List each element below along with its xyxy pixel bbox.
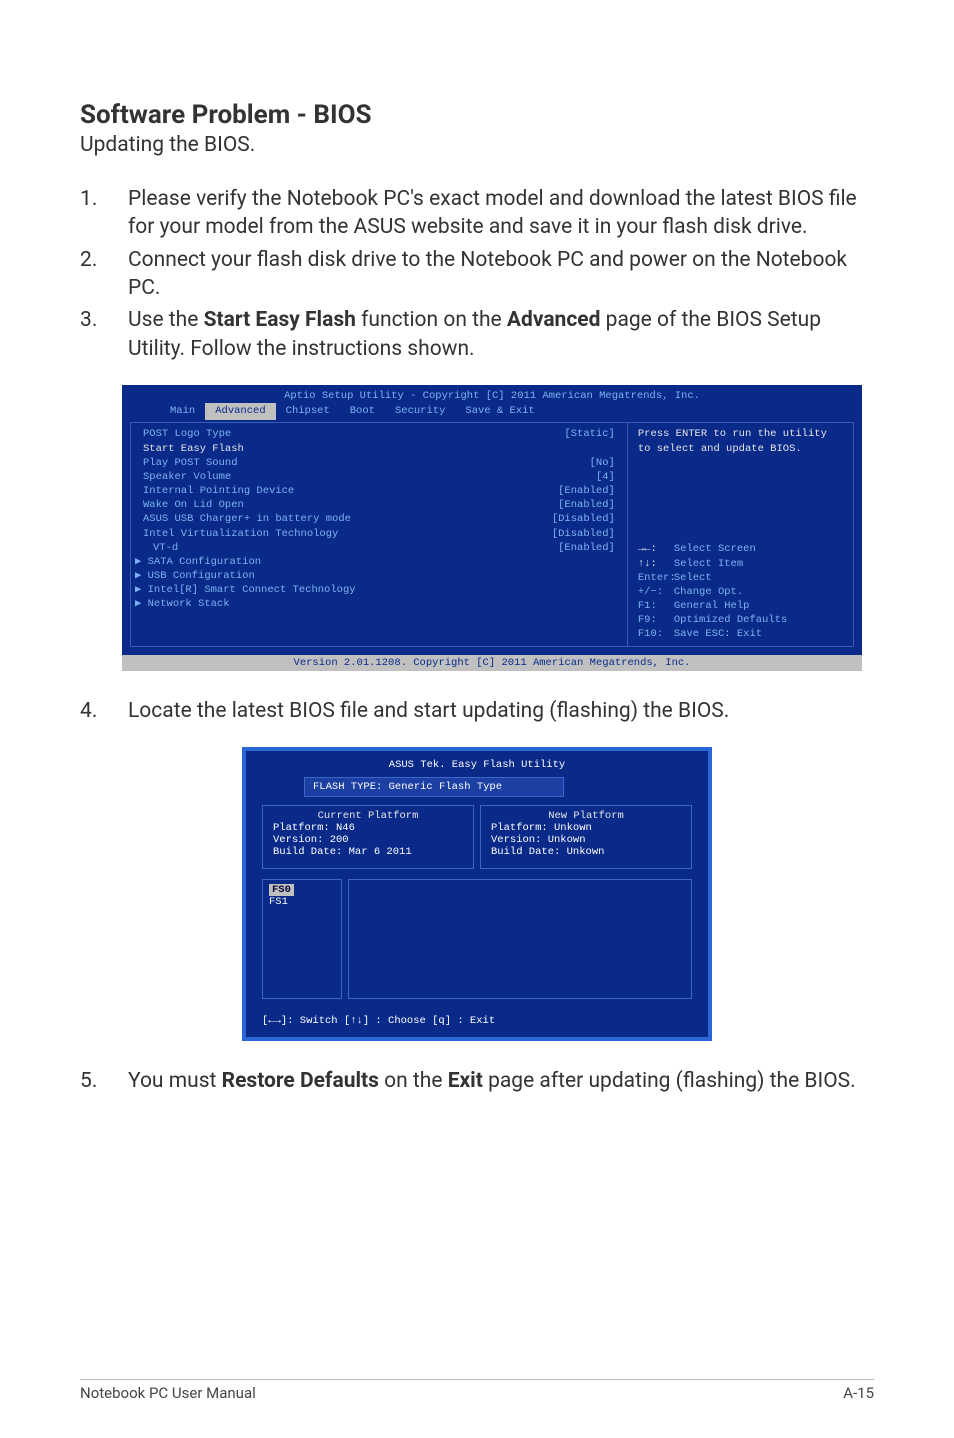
step-3: Use the Start Easy Flash function on the… [80,306,874,363]
page-title: Software Problem - BIOS [80,100,874,130]
bios-item[interactable]: Speaker Volume [143,470,231,484]
easy-key-legend: [←→]: Switch [↑↓] : Choose [q] : Exit [252,1007,702,1035]
bios-help-text: Press ENTER to run the utility to select… [638,427,843,455]
bios-key-legend: →←:Select Screen ↑↓:Select Item Enter:Se… [638,542,843,641]
bios-tab-security[interactable]: Security [385,403,455,420]
new-platform-box: New Platform Platform: Unkown Version: U… [480,805,692,869]
easy-flash-panel: ASUS Tek. Easy Flash Utility FLASH TYPE:… [242,747,712,1041]
page-footer: Notebook PC User Manual A-15 [80,1379,874,1402]
bios-value: [No] [590,456,615,470]
key-label: Enter: [638,571,674,585]
bios-item-highlight[interactable]: Start Easy Flash [143,442,244,456]
bios-value: [Enabled] [558,498,615,512]
key-label: →←: [638,542,674,556]
new-version: Version: Unkown [491,834,681,846]
bios-tab-save-exit[interactable]: Save & Exit [455,403,544,420]
bios-tab-chipset[interactable]: Chipset [276,403,340,420]
bios-tab-boot[interactable]: Boot [340,403,385,420]
flash-type-box: FLASH TYPE: Generic Flash Type [304,777,564,797]
key-label: F1: [638,599,674,613]
chevron-right-icon: ▶ [135,598,148,610]
chevron-right-icon: ▶ [135,584,148,596]
current-plat-title: Current Platform [273,810,463,822]
bios-tabs: Main Advanced Chipset Boot Security Save… [122,403,862,420]
step-3-part-c: function on the [356,308,507,332]
bios-item[interactable]: Intel Virtualization Technology [143,527,338,541]
step-1: Please verify the Notebook PC's exact mo… [80,185,874,242]
bios-submenu[interactable]: USB Configuration [148,570,255,582]
bios-footer: Version 2.01.1208. Copyright [C] 2011 Am… [122,655,862,671]
new-build: Build Date: Unkown [491,846,681,858]
key-desc: Save ESC: Exit [674,628,762,640]
current-platform-box: Current Platform Platform: N46 Version: … [262,805,474,869]
key-desc: General Help [674,600,750,612]
step-5-part-c: on the [379,1069,448,1093]
footer-right: A-15 [843,1384,874,1402]
key-desc: Optimized Defaults [674,614,787,626]
step-5-bold-1: Restore Defaults [222,1069,379,1093]
chevron-right-icon: ▶ [135,570,148,582]
bios-item[interactable]: Wake On Lid Open [143,498,244,512]
key-label: ↑↓: [638,557,674,571]
bios-submenu[interactable]: Network Stack [148,598,230,610]
current-build: Build Date: Mar 6 2011 [273,846,463,858]
current-version: Version: 200 [273,834,463,846]
step-3-bold-1: Start Easy Flash [204,308,356,332]
key-label: F9: [638,613,674,627]
step-5: You must Restore Defaults on the Exit pa… [80,1067,874,1095]
bios-value: [Disabled] [552,512,615,526]
step-4: Locate the latest BIOS file and start up… [80,697,874,725]
bios-value: [Static] [564,427,614,441]
bios-value: [4] [596,470,615,484]
bios-submenu[interactable]: Intel[R] Smart Connect Technology [148,584,356,596]
page-subtitle: Updating the BIOS. [80,133,874,157]
step-3-part-a: Use the [128,308,204,332]
current-platform: Platform: N46 [273,822,463,834]
bios-value: [Disabled] [552,527,615,541]
bios-value: [Enabled] [558,541,615,555]
easy-flash-title: ASUS Tek. Easy Flash Utility [252,757,702,777]
drive-fs0[interactable]: FS0 [269,884,294,896]
key-desc: Select Item [674,558,743,570]
bios-item[interactable]: VT-d [143,541,178,555]
key-desc: Select Screen [674,543,756,555]
key-label: +/−: [638,585,674,599]
bios-left-pane: POST Logo Type[Static] Start Easy Flash … [130,422,627,646]
bios-setup-panel: Aptio Setup Utility - Copyright [C] 2011… [122,385,862,671]
bios-item[interactable]: Internal Pointing Device [143,484,294,498]
step-2: Connect your flash disk drive to the Not… [80,246,874,303]
drive-fs1[interactable]: FS1 [269,896,288,908]
key-label: F10: [638,627,674,641]
step-5-part-a: You must [128,1069,222,1093]
step-5-part-e: page after updating (flashing) the BIOS. [483,1069,856,1093]
footer-left: Notebook PC User Manual [80,1384,256,1402]
step-5-bold-2: Exit [448,1069,483,1093]
new-plat-title: New Platform [491,810,681,822]
bios-item[interactable]: POST Logo Type [143,427,231,441]
bios-submenu[interactable]: SATA Configuration [148,556,261,568]
key-desc: Change Opt. [674,586,743,598]
bios-header: Aptio Setup Utility - Copyright [C] 2011… [122,385,862,403]
bios-right-pane: Press ENTER to run the utility to select… [627,422,854,646]
drive-list[interactable]: FS0 FS1 [262,879,342,999]
bios-tab-main[interactable]: Main [160,403,205,420]
bios-item[interactable]: Play POST Sound [143,456,238,470]
step-3-bold-2: Advanced [507,308,601,332]
bios-item[interactable]: ASUS USB Charger+ in battery mode [143,512,351,526]
new-platform: Platform: Unkown [491,822,681,834]
bios-tab-advanced[interactable]: Advanced [205,403,275,420]
file-list[interactable] [348,879,692,999]
key-desc: Select [674,572,712,584]
chevron-right-icon: ▶ [135,556,148,568]
bios-value: [Enabled] [558,484,615,498]
